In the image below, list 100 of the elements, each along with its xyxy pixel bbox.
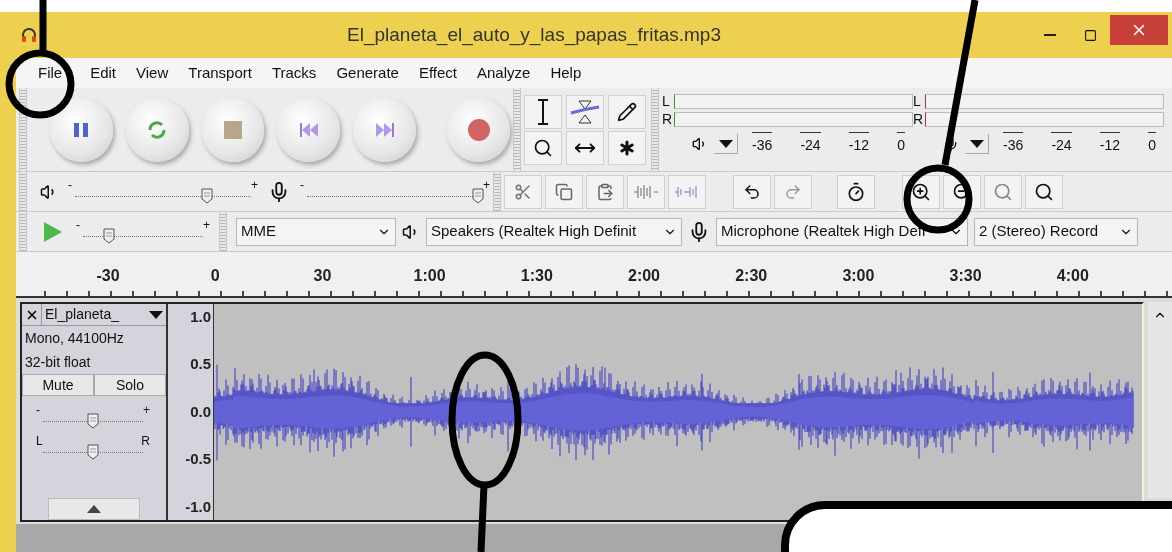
channel-label: L [913, 94, 922, 108]
clipboard-icon [596, 182, 614, 201]
maximize-icon [1083, 28, 1097, 42]
scrollbar[interactable] [1148, 302, 1172, 498]
play-icon [43, 220, 63, 243]
slider-min-label: - [36, 404, 40, 413]
scissors-icon [514, 182, 532, 201]
toolbar-grip[interactable] [219, 212, 227, 251]
draw-tool[interactable] [608, 94, 646, 129]
pencil-icon [617, 101, 637, 122]
slider-min-label: - [68, 179, 72, 188]
sync-lock-button[interactable] [837, 174, 875, 209]
meter-menu-button[interactable] [965, 134, 989, 154]
fit-project-button[interactable] [1025, 174, 1063, 209]
slider-min-label: - [300, 179, 304, 188]
dropdown[interactable]: Speakers (Realtek High Definit [426, 217, 682, 246]
multi-tool[interactable] [608, 130, 646, 165]
time-shift-tool[interactable] [566, 130, 604, 165]
meter-scale-label: 0 [897, 132, 905, 156]
window-title: El_planeta_el_auto_y_las_papas_fritas.mp3 [346, 22, 722, 48]
track-button[interactable]: Mute [22, 374, 94, 396]
toolbar-grip[interactable] [493, 172, 501, 211]
pause-button[interactable] [50, 97, 113, 162]
undo-button[interactable] [733, 174, 771, 209]
slider-max-label: + [483, 179, 490, 188]
toolbar-grip[interactable] [19, 172, 27, 211]
headphones-icon [20, 26, 38, 44]
menu-item[interactable]: View [136, 61, 169, 85]
dropdown-arrow-icon [969, 139, 984, 148]
amplitude-scale-label: 0.5 [190, 354, 211, 375]
ruler-label: 0 [210, 266, 220, 286]
skip-to-end-button[interactable] [353, 97, 417, 162]
toolbar-grip[interactable] [651, 88, 659, 171]
meter-scale-label: -12 [1099, 132, 1120, 156]
magnifier-icon [1034, 181, 1054, 202]
slider-max-label: + [251, 179, 258, 188]
timeline-ruler[interactable]: -30 0 30 1:00 1:30 2:00 2:30 3:00 3:30 4:00 [16, 252, 1172, 298]
ruler-label: 2:30 [735, 266, 768, 286]
stop-icon [224, 120, 243, 139]
menu-item[interactable]: File [38, 61, 63, 85]
zoom-in-icon [911, 181, 931, 202]
menu-item[interactable]: Analyze [477, 61, 531, 85]
paste-button[interactable] [586, 174, 624, 209]
meter-scale-label: -36 [1003, 132, 1024, 156]
record-icon [466, 117, 491, 142]
slider-thumb[interactable] [471, 188, 484, 204]
menu-item[interactable]: Transport [188, 61, 252, 85]
minimize-icon [1044, 34, 1056, 36]
ruler-label: -30 [96, 266, 120, 286]
meter-scale-label: -24 [1051, 132, 1072, 156]
toolbar-grip[interactable] [513, 88, 521, 171]
toolbar-grip[interactable] [19, 88, 27, 171]
slider-thumb[interactable] [87, 444, 99, 460]
slider-thumb[interactable] [201, 188, 213, 204]
collapse-button[interactable] [48, 498, 140, 520]
ruler-label: 1:00 [413, 266, 446, 286]
menu-item[interactable]: Generate [336, 61, 399, 85]
slider-max-label: R [141, 435, 150, 444]
zoom-tool[interactable] [524, 130, 562, 165]
toolbar-grip[interactable] [19, 212, 27, 251]
track-info: 32-bit float [24, 353, 92, 372]
slider-max-label: + [203, 219, 210, 228]
slider-thumb[interactable] [103, 228, 116, 244]
slider-thumb[interactable] [87, 413, 99, 429]
menu-item[interactable]: Effect [418, 61, 457, 85]
slider-max-label: + [143, 404, 150, 413]
triangle-icon [87, 505, 101, 513]
ruler-label: 3:30 [949, 266, 982, 286]
stopwatch-icon [846, 181, 866, 202]
menu-item[interactable]: Edit [90, 61, 117, 85]
i-beam-icon [537, 98, 549, 125]
channel-label: L [662, 94, 671, 108]
dropdown-arrow-icon [718, 139, 733, 148]
slider-min-label: L [36, 435, 43, 444]
menu-item[interactable]: Tracks [271, 61, 317, 85]
track-name-menu[interactable]: El_planeta_ [42, 304, 166, 325]
track-info: Mono, 44100Hz [24, 329, 125, 348]
ruler-label: 1:30 [520, 266, 553, 286]
magnifier-icon [993, 181, 1013, 202]
envelope-tool[interactable] [566, 94, 604, 129]
magnifier-icon [533, 137, 553, 158]
copy-icon [555, 182, 573, 201]
meter-scale-label: -24 [800, 132, 821, 156]
selection-tool[interactable] [524, 94, 562, 129]
amplitude-scale-label: 1.0 [190, 307, 211, 327]
ruler-label: 30 [313, 266, 332, 286]
ruler-label: 3:00 [842, 266, 875, 286]
dropdown[interactable]: 2 (Stereo) Record [974, 217, 1138, 246]
track-button[interactable]: Solo [94, 374, 166, 396]
skip-to-start-button[interactable] [277, 97, 341, 162]
copy-button[interactable] [545, 174, 583, 209]
trim-audio-button[interactable] [504, 174, 542, 209]
record-button[interactable] [447, 97, 510, 162]
meter-scale-label: 0 [1148, 132, 1156, 156]
menu-item[interactable]: Help [550, 61, 582, 85]
meter-scale-label: -36 [752, 132, 773, 156]
channel-label: R [662, 112, 674, 126]
dropdown[interactable]: MME [236, 217, 396, 246]
slider-min-label: - [76, 219, 80, 228]
meter-menu-button[interactable] [714, 134, 738, 154]
